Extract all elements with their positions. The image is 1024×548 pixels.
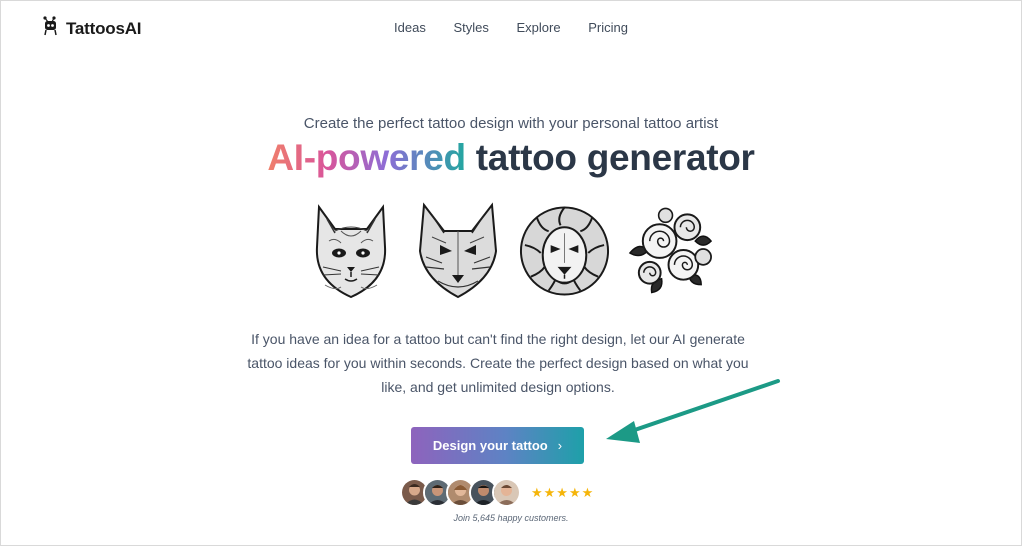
cta-label: Design your tattoo (432, 438, 548, 453)
nav-link-pricing[interactable]: Pricing (588, 20, 628, 35)
social-proof: ★★★★★ (400, 478, 594, 507)
avatar (492, 478, 521, 507)
roses-tattoo-image (624, 199, 719, 303)
lion-tattoo-image (517, 199, 612, 303)
hero-subtitle: Create the perfect tattoo design with yo… (303, 115, 719, 132)
chevron-right-icon: › (557, 438, 563, 453)
navbar: TattoosAI Ideas Styles Explore Pricing (1, 1, 1021, 55)
headline-text: tattoo generator (465, 137, 755, 178)
wolf-tattoo-image (410, 199, 505, 303)
cat-tattoo-image (303, 199, 398, 303)
main-nav: Ideas Styles Explore Pricing (1, 20, 1021, 35)
nav-link-styles[interactable]: Styles (453, 20, 488, 35)
hero-headline: AI-powered tattoo generator (1, 137, 1021, 179)
rating-stars: ★★★★★ (531, 484, 595, 500)
nav-link-explore[interactable]: Explore (517, 20, 561, 35)
headline-gradient-text: AI-powered (267, 137, 466, 178)
tattoo-gallery (1, 199, 1021, 303)
design-tattoo-button[interactable]: Design your tattoo › (411, 427, 584, 464)
customers-caption: Join 5,645 happy customers. (453, 513, 569, 523)
nav-link-ideas[interactable]: Ideas (394, 20, 426, 35)
page: TattoosAI Ideas Styles Explore Pricing C… (0, 0, 1022, 546)
annotation-arrow-icon (596, 373, 786, 453)
